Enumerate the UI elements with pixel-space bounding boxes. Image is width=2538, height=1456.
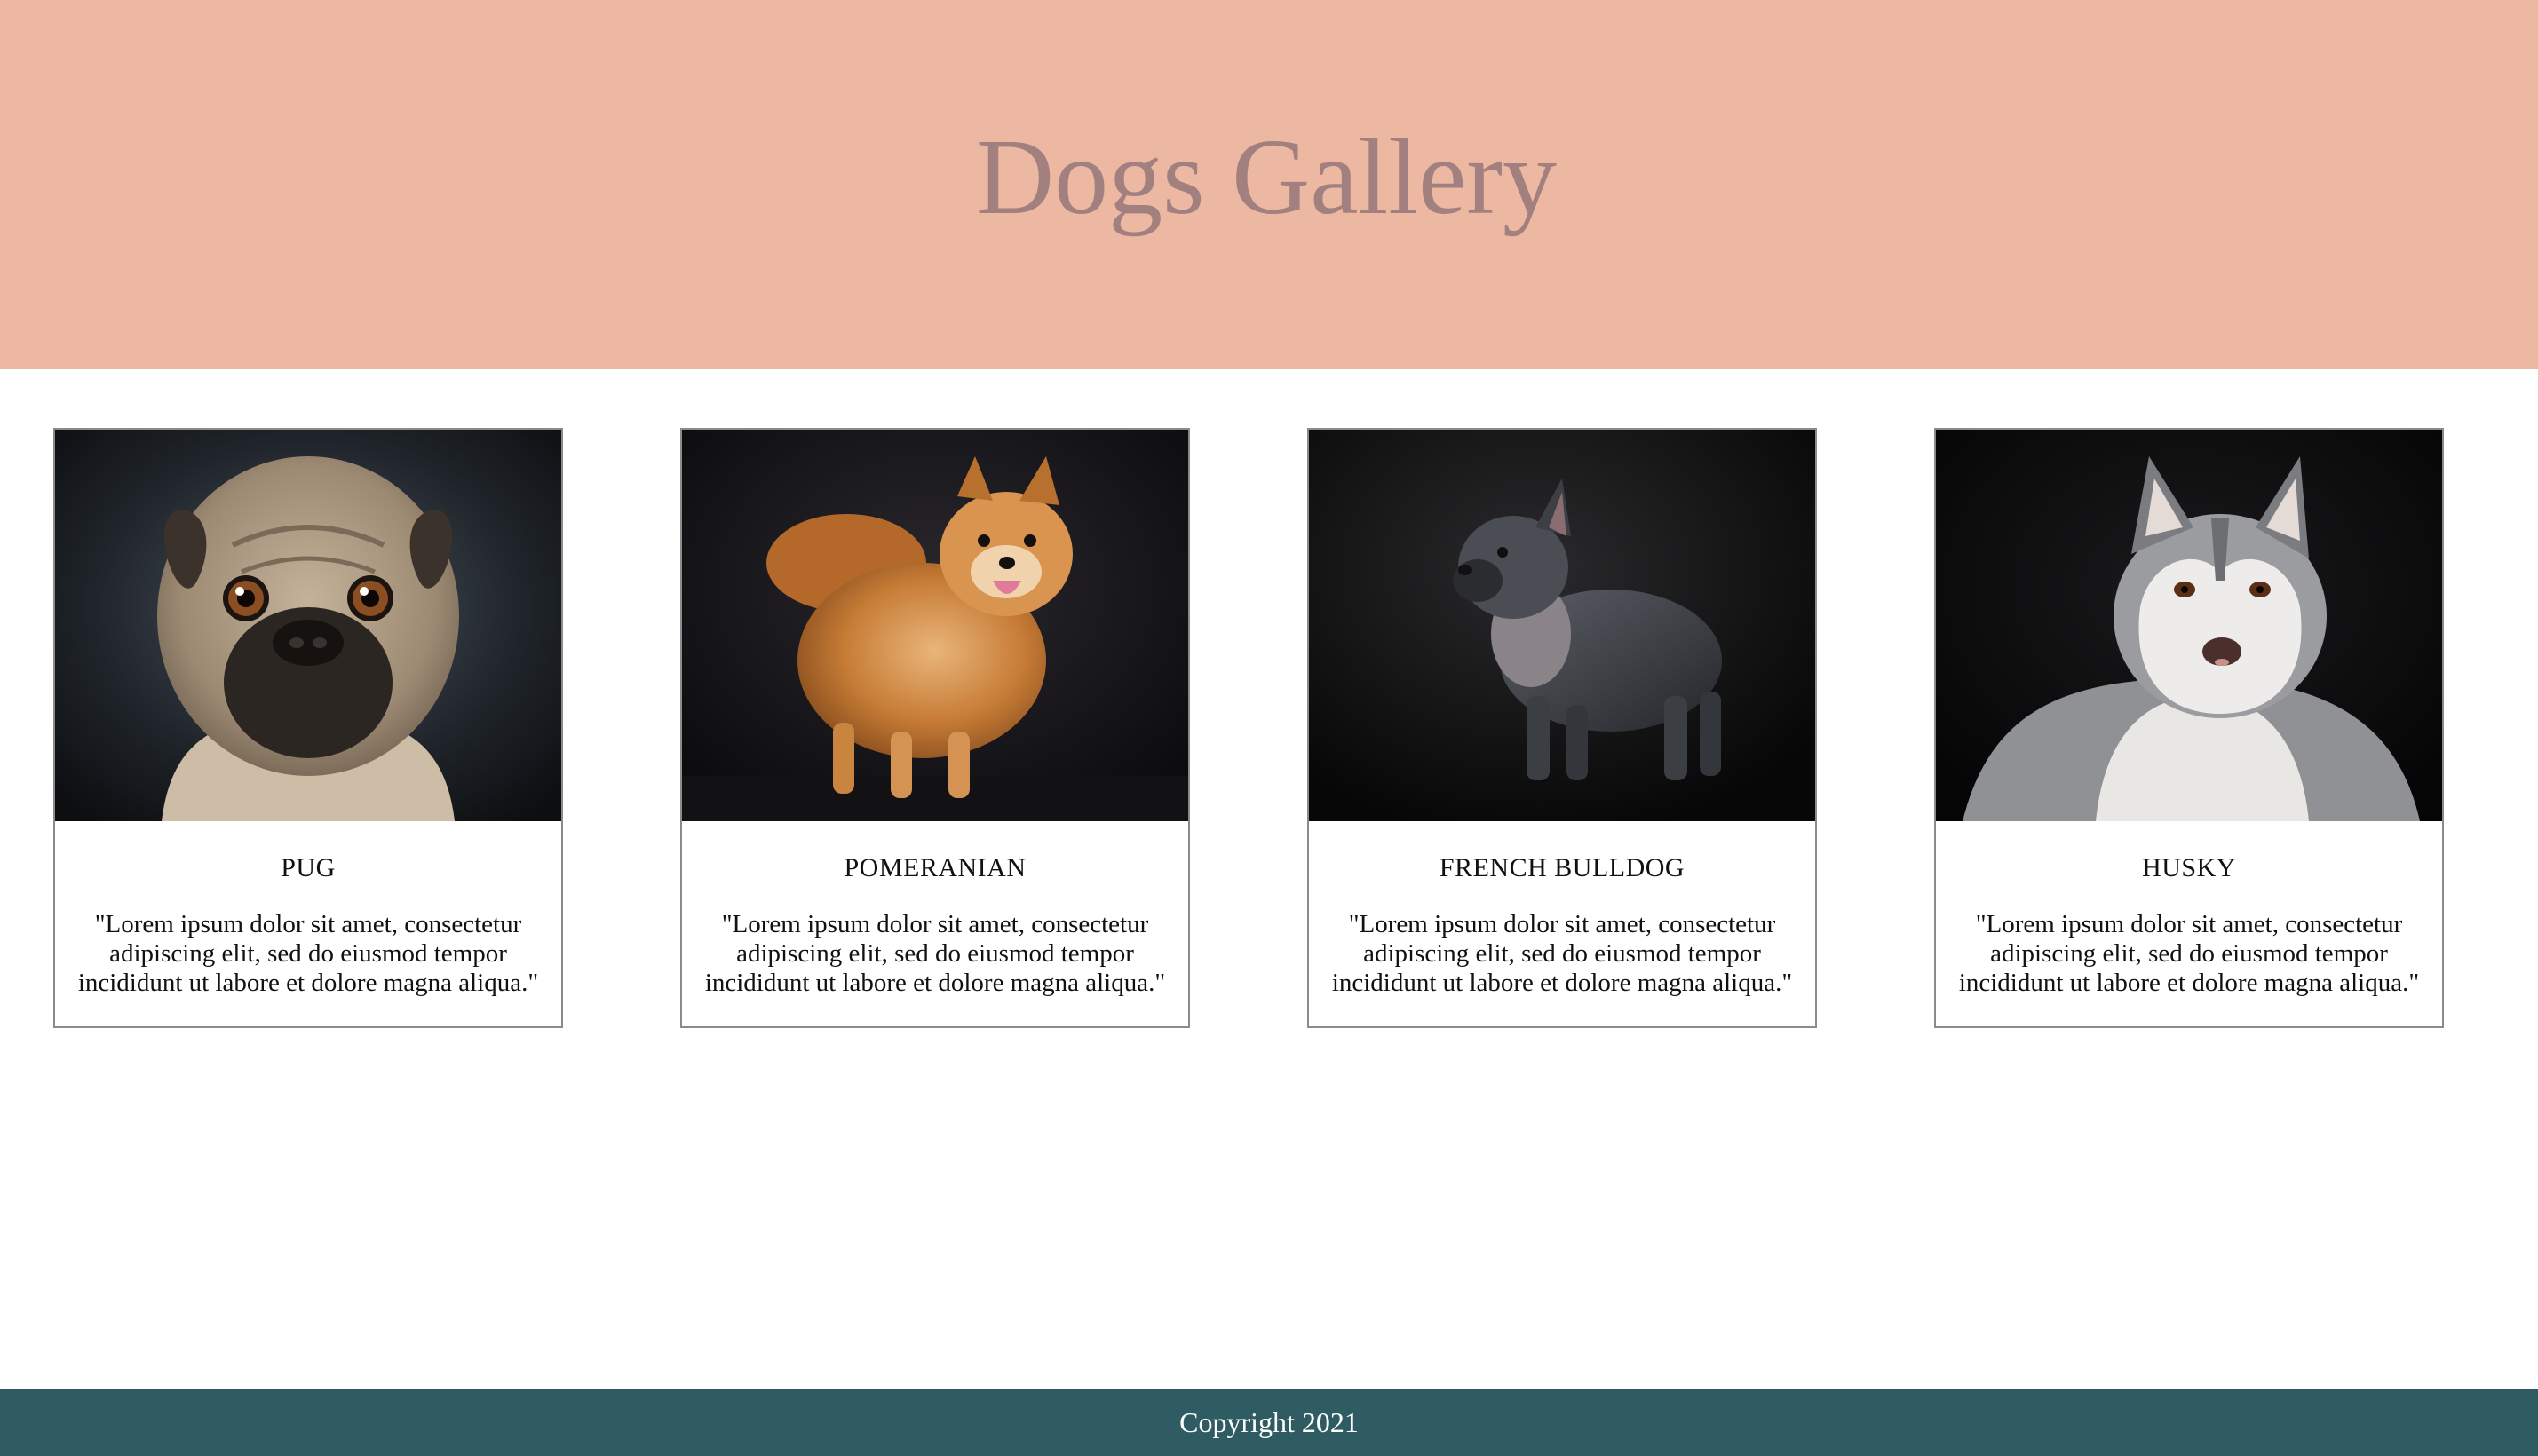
dog-card-pug: PUG "Lorem ipsum dolor sit amet, consect…: [53, 428, 563, 1028]
pug-photo: [55, 430, 561, 821]
dog-card-description: "Lorem ipsum dolor sit amet, consectetur…: [77, 910, 539, 997]
dog-card-title: HUSKY: [2142, 853, 2236, 882]
dog-card-description: "Lorem ipsum dolor sit amet, consectetur…: [1958, 910, 2420, 997]
dog-card-french-bulldog: FRENCH BULLDOG "Lorem ipsum dolor sit am…: [1307, 428, 1817, 1028]
copyright-text: Copyright 2021: [1179, 1406, 1359, 1438]
dog-card-pomeranian: POMERANIAN "Lorem ipsum dolor sit amet, …: [680, 428, 1190, 1028]
dog-card-title: FRENCH BULLDOG: [1439, 853, 1685, 882]
page-footer: Copyright 2021: [0, 1389, 2538, 1456]
pomeranian-photo: [682, 430, 1188, 821]
dog-card-description: "Lorem ipsum dolor sit amet, consectetur…: [704, 910, 1166, 997]
dog-card-title: POMERANIAN: [844, 853, 1027, 882]
husky-photo: [1936, 430, 2442, 821]
dog-card-title: PUG: [281, 853, 336, 882]
page-header: Dogs Gallery: [0, 0, 2538, 369]
french-bulldog-photo: [1309, 430, 1815, 821]
page-title: Dogs Gallery: [976, 117, 1557, 237]
dog-card-description: "Lorem ipsum dolor sit amet, consectetur…: [1331, 910, 1793, 997]
dog-card-husky: HUSKY "Lorem ipsum dolor sit amet, conse…: [1934, 428, 2444, 1028]
page: Dogs Gallery PUG "Lorem ipsum dolor sit …: [0, 0, 2538, 1456]
